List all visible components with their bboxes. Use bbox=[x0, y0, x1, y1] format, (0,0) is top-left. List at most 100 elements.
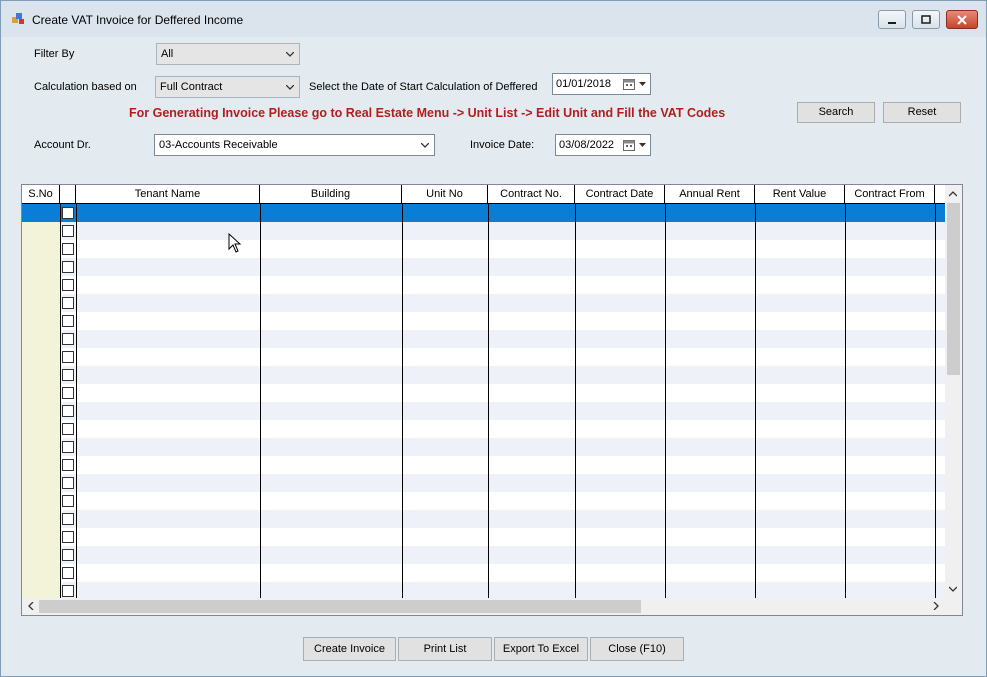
scroll-left-icon[interactable] bbox=[27, 602, 35, 610]
column-divider bbox=[60, 204, 61, 599]
close-icon bbox=[957, 14, 967, 25]
invoice-date-value: 03/08/2022 bbox=[559, 139, 615, 151]
table-row-selected[interactable] bbox=[22, 204, 947, 222]
contracts-grid[interactable]: S.No Tenant Name Building Unit No Contra… bbox=[21, 184, 963, 616]
column-divider bbox=[76, 204, 77, 599]
column-header-contract-date[interactable]: Contract Date bbox=[575, 185, 665, 203]
row-checkbox[interactable] bbox=[62, 441, 74, 453]
row-checkbox[interactable] bbox=[62, 279, 74, 291]
export-excel-button[interactable]: Export To Excel bbox=[494, 637, 588, 661]
vertical-scroll-thumb[interactable] bbox=[947, 203, 960, 375]
table-row[interactable] bbox=[22, 474, 947, 492]
table-row[interactable] bbox=[22, 438, 947, 456]
horizontal-scroll-thumb[interactable] bbox=[39, 600, 641, 613]
column-header-rent-value[interactable]: Rent Value bbox=[755, 185, 845, 203]
scroll-right-icon[interactable] bbox=[932, 602, 940, 610]
column-header-building[interactable]: Building bbox=[260, 185, 402, 203]
row-checkbox[interactable] bbox=[62, 513, 74, 525]
close-window-button[interactable] bbox=[946, 10, 978, 29]
row-checkbox[interactable] bbox=[62, 585, 74, 597]
column-header-tenant-name[interactable]: Tenant Name bbox=[76, 185, 260, 203]
start-date-value: 01/01/2018 bbox=[556, 78, 612, 90]
table-row[interactable] bbox=[22, 384, 947, 402]
account-value: 03-Accounts Receivable bbox=[159, 139, 278, 151]
table-row[interactable] bbox=[22, 348, 947, 366]
account-select[interactable]: 03-Accounts Receivable bbox=[154, 134, 435, 156]
search-button[interactable]: Search bbox=[797, 102, 875, 123]
row-checkbox[interactable] bbox=[62, 549, 74, 561]
table-row[interactable] bbox=[22, 546, 947, 564]
column-header-contract-no[interactable]: Contract No. bbox=[488, 185, 575, 203]
table-row[interactable] bbox=[22, 582, 947, 599]
grid-header: S.No Tenant Name Building Unit No Contra… bbox=[22, 185, 947, 204]
row-checkbox[interactable] bbox=[62, 333, 74, 345]
row-checkbox[interactable] bbox=[62, 387, 74, 399]
window-title: Create VAT Invoice for Deffered Income bbox=[32, 13, 244, 27]
column-header-annual-rent[interactable]: Annual Rent bbox=[665, 185, 755, 203]
row-checkbox[interactable] bbox=[62, 477, 74, 489]
account-label: Account Dr. bbox=[34, 139, 91, 151]
table-row[interactable] bbox=[22, 510, 947, 528]
column-divider bbox=[845, 204, 846, 599]
table-row[interactable] bbox=[22, 492, 947, 510]
row-checkbox[interactable] bbox=[62, 459, 74, 471]
sno-column bbox=[22, 222, 60, 599]
row-checkbox[interactable] bbox=[62, 261, 74, 273]
row-checkbox[interactable] bbox=[62, 531, 74, 543]
row-checkbox[interactable] bbox=[62, 423, 74, 435]
mouse-cursor-icon bbox=[228, 233, 242, 253]
table-row[interactable] bbox=[22, 564, 947, 582]
row-checkbox[interactable] bbox=[62, 207, 74, 219]
print-list-button[interactable]: Print List bbox=[398, 637, 492, 661]
column-header-contract-from[interactable]: Contract From bbox=[845, 185, 935, 203]
row-checkbox[interactable] bbox=[62, 567, 74, 579]
calculation-select[interactable]: Full Contract bbox=[155, 76, 300, 98]
minimize-button[interactable] bbox=[878, 10, 906, 29]
table-row[interactable] bbox=[22, 402, 947, 420]
calendar-icon bbox=[623, 79, 635, 90]
reset-button[interactable]: Reset bbox=[883, 102, 961, 123]
row-checkbox[interactable] bbox=[62, 495, 74, 507]
row-checkbox[interactable] bbox=[62, 243, 74, 255]
row-checkbox[interactable] bbox=[62, 225, 74, 237]
title-bar: Create VAT Invoice for Deffered Income bbox=[1, 1, 986, 37]
column-divider bbox=[575, 204, 576, 599]
column-divider bbox=[402, 204, 403, 599]
maximize-button[interactable] bbox=[912, 10, 940, 29]
create-invoice-button[interactable]: Create Invoice bbox=[303, 637, 396, 661]
table-row[interactable] bbox=[22, 294, 947, 312]
table-row[interactable] bbox=[22, 312, 947, 330]
column-divider bbox=[665, 204, 666, 599]
scroll-down-icon[interactable] bbox=[949, 585, 957, 593]
filter-by-select[interactable]: All bbox=[156, 43, 300, 65]
table-row[interactable] bbox=[22, 222, 947, 240]
invoice-date-picker[interactable]: 03/08/2022 bbox=[555, 134, 651, 156]
row-checkbox[interactable] bbox=[62, 315, 74, 327]
table-row[interactable] bbox=[22, 456, 947, 474]
start-date-picker[interactable]: 01/01/2018 bbox=[552, 73, 651, 95]
chevron-down-icon bbox=[639, 82, 646, 86]
calculation-value: Full Contract bbox=[160, 81, 223, 93]
table-row[interactable] bbox=[22, 420, 947, 438]
table-row[interactable] bbox=[22, 258, 947, 276]
column-header-sno[interactable]: S.No bbox=[22, 185, 60, 203]
row-checkbox[interactable] bbox=[62, 351, 74, 363]
horizontal-scrollbar[interactable] bbox=[22, 598, 962, 615]
row-checkbox[interactable] bbox=[62, 369, 74, 381]
row-checkbox[interactable] bbox=[62, 405, 74, 417]
table-row[interactable] bbox=[22, 276, 947, 294]
main-window: Create VAT Invoice for Deffered Income F… bbox=[0, 0, 987, 677]
chevron-down-icon bbox=[286, 85, 294, 90]
calendar-icon bbox=[623, 140, 635, 151]
column-header-unit-no[interactable]: Unit No bbox=[402, 185, 488, 203]
vertical-scrollbar[interactable] bbox=[945, 185, 962, 599]
table-row[interactable] bbox=[22, 366, 947, 384]
row-checkbox[interactable] bbox=[62, 297, 74, 309]
grid-body bbox=[22, 204, 947, 599]
table-row[interactable] bbox=[22, 330, 947, 348]
table-row[interactable] bbox=[22, 240, 947, 258]
scroll-up-icon[interactable] bbox=[949, 190, 957, 198]
table-row[interactable] bbox=[22, 528, 947, 546]
close-button[interactable]: Close (F10) bbox=[590, 637, 684, 661]
column-header-select[interactable] bbox=[60, 185, 76, 203]
